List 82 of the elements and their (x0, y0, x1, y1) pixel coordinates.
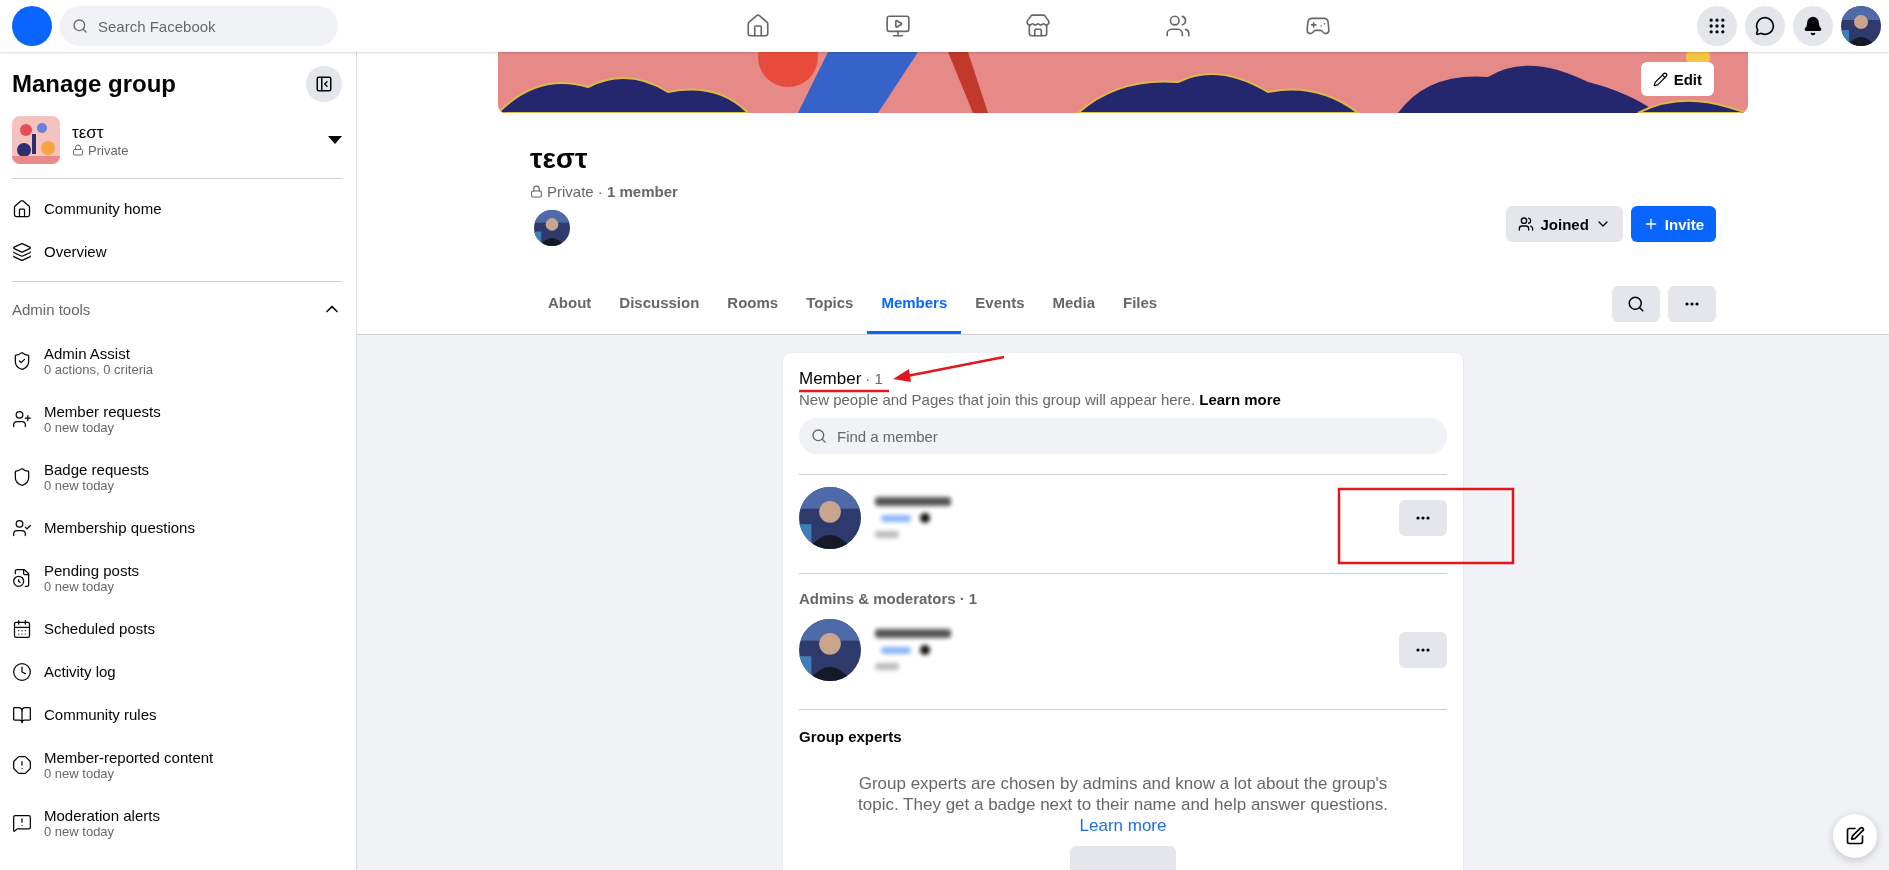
shield-icon (12, 351, 32, 371)
search-icon (1627, 295, 1645, 313)
more-icon (1416, 516, 1430, 520)
group-title: τεστ (530, 143, 589, 175)
store-icon[interactable] (1024, 13, 1051, 39)
member-avatar[interactable] (534, 210, 570, 246)
person-check-icon (12, 517, 32, 538)
compose-button[interactable] (1833, 814, 1877, 858)
section-title: Admins & moderators (799, 590, 956, 607)
groups-icon[interactable] (1164, 13, 1191, 39)
search-button[interactable] (1612, 286, 1660, 322)
experts-description: Group experts are chosen by admins and know a lot about the group's topic. They get a badge next to their name and help answer questions. (857, 773, 1389, 815)
badge-icon (12, 467, 32, 487)
search-icon (811, 428, 827, 444)
tab[interactable]: About (534, 274, 606, 334)
alert-icon (12, 755, 32, 775)
tab[interactable]: Media (1038, 274, 1109, 334)
sidebar-item[interactable]: Pending posts 0 new today (12, 549, 342, 607)
edit-cover-button[interactable]: Edit (1640, 62, 1714, 96)
card-description: New people and Pages that join this group will appear here. Learn more (799, 391, 1282, 408)
account-avatar[interactable] (1841, 6, 1881, 46)
compose-icon (1845, 826, 1865, 846)
sidebar-item[interactable]: Membership questions (12, 506, 342, 549)
clock-icon (12, 661, 32, 682)
sidebar-title: Manage group (12, 70, 176, 98)
learn-more-link[interactable]: Learn more (1199, 391, 1281, 408)
search-field[interactable]: Search Facebook (96, 16, 300, 36)
people-icon (1518, 216, 1535, 232)
message-alert-icon (12, 813, 32, 833)
invite-button[interactable]: Invite (1630, 206, 1716, 242)
sidebar-item[interactable]: Member-reported content 0 new today (12, 736, 342, 794)
group-privacy: Private · 1 member (547, 183, 678, 200)
pending-post-icon (12, 568, 32, 588)
lock-icon (72, 144, 84, 156)
search-box[interactable]: Search Facebook (60, 6, 338, 46)
caret-icon[interactable] (328, 136, 342, 144)
card-title: Member (799, 369, 862, 389)
collapse-sidebar-button[interactable] (306, 66, 342, 102)
joined-button[interactable]: Joined (1506, 206, 1623, 242)
layers-icon (12, 241, 32, 262)
pencil-icon (1652, 71, 1668, 87)
member-count: · 1 (865, 370, 883, 387)
sidebar-item[interactable]: Moderation alerts 0 new today (12, 794, 342, 852)
group-privacy: Private (88, 142, 129, 158)
tab[interactable]: Members (867, 274, 962, 334)
tab[interactable]: Events (961, 274, 1039, 334)
sidebar-item[interactable]: Overview (12, 230, 342, 273)
tab[interactable]: Rooms (713, 274, 793, 334)
person-add-icon (12, 409, 32, 429)
sidebar-item[interactable]: Activity log (12, 650, 342, 693)
lock-icon (530, 185, 543, 198)
sidebar-item[interactable]: Community rules (12, 693, 342, 736)
home-icon[interactable] (744, 13, 771, 39)
menu-button[interactable] (1697, 6, 1737, 46)
grid-icon (1707, 16, 1727, 36)
home-icon (12, 198, 32, 219)
group-name[interactable]: τεστ (72, 122, 129, 143)
panel-icon (315, 75, 333, 93)
search-icon (72, 18, 88, 34)
sidebar-item[interactable]: Community home (12, 187, 342, 230)
tab[interactable]: Topics (792, 274, 868, 334)
find-member-field[interactable]: Find a member (835, 426, 1039, 446)
tab[interactable]: Discussion (605, 274, 714, 334)
tab[interactable]: Files (1109, 274, 1172, 334)
messenger-button[interactable] (1745, 6, 1785, 46)
section-title: Group experts (799, 728, 903, 745)
sidebar-item[interactable]: Badge requests 0 new today (12, 448, 342, 506)
more-icon (1416, 648, 1430, 652)
find-member-box[interactable]: Find a member (799, 418, 1447, 454)
chat-bubble-icon (1755, 16, 1775, 36)
sidebar-item[interactable]: Member requests 0 new today (12, 390, 342, 448)
sidebar-item[interactable]: Scheduled posts (12, 607, 342, 650)
book-icon (12, 704, 32, 725)
bell-icon (1803, 16, 1823, 36)
sidebar-item[interactable]: Admin Assist 0 actions, 0 criteria (12, 332, 342, 390)
more-icon (1685, 302, 1699, 306)
learn-more-link[interactable]: Learn more (1079, 816, 1167, 835)
notifications-button[interactable] (1793, 6, 1833, 46)
admin-count: · 1 (959, 590, 978, 607)
section-title: Admin tools (12, 300, 91, 318)
video-icon[interactable] (884, 13, 911, 39)
calendar-icon (12, 618, 32, 639)
